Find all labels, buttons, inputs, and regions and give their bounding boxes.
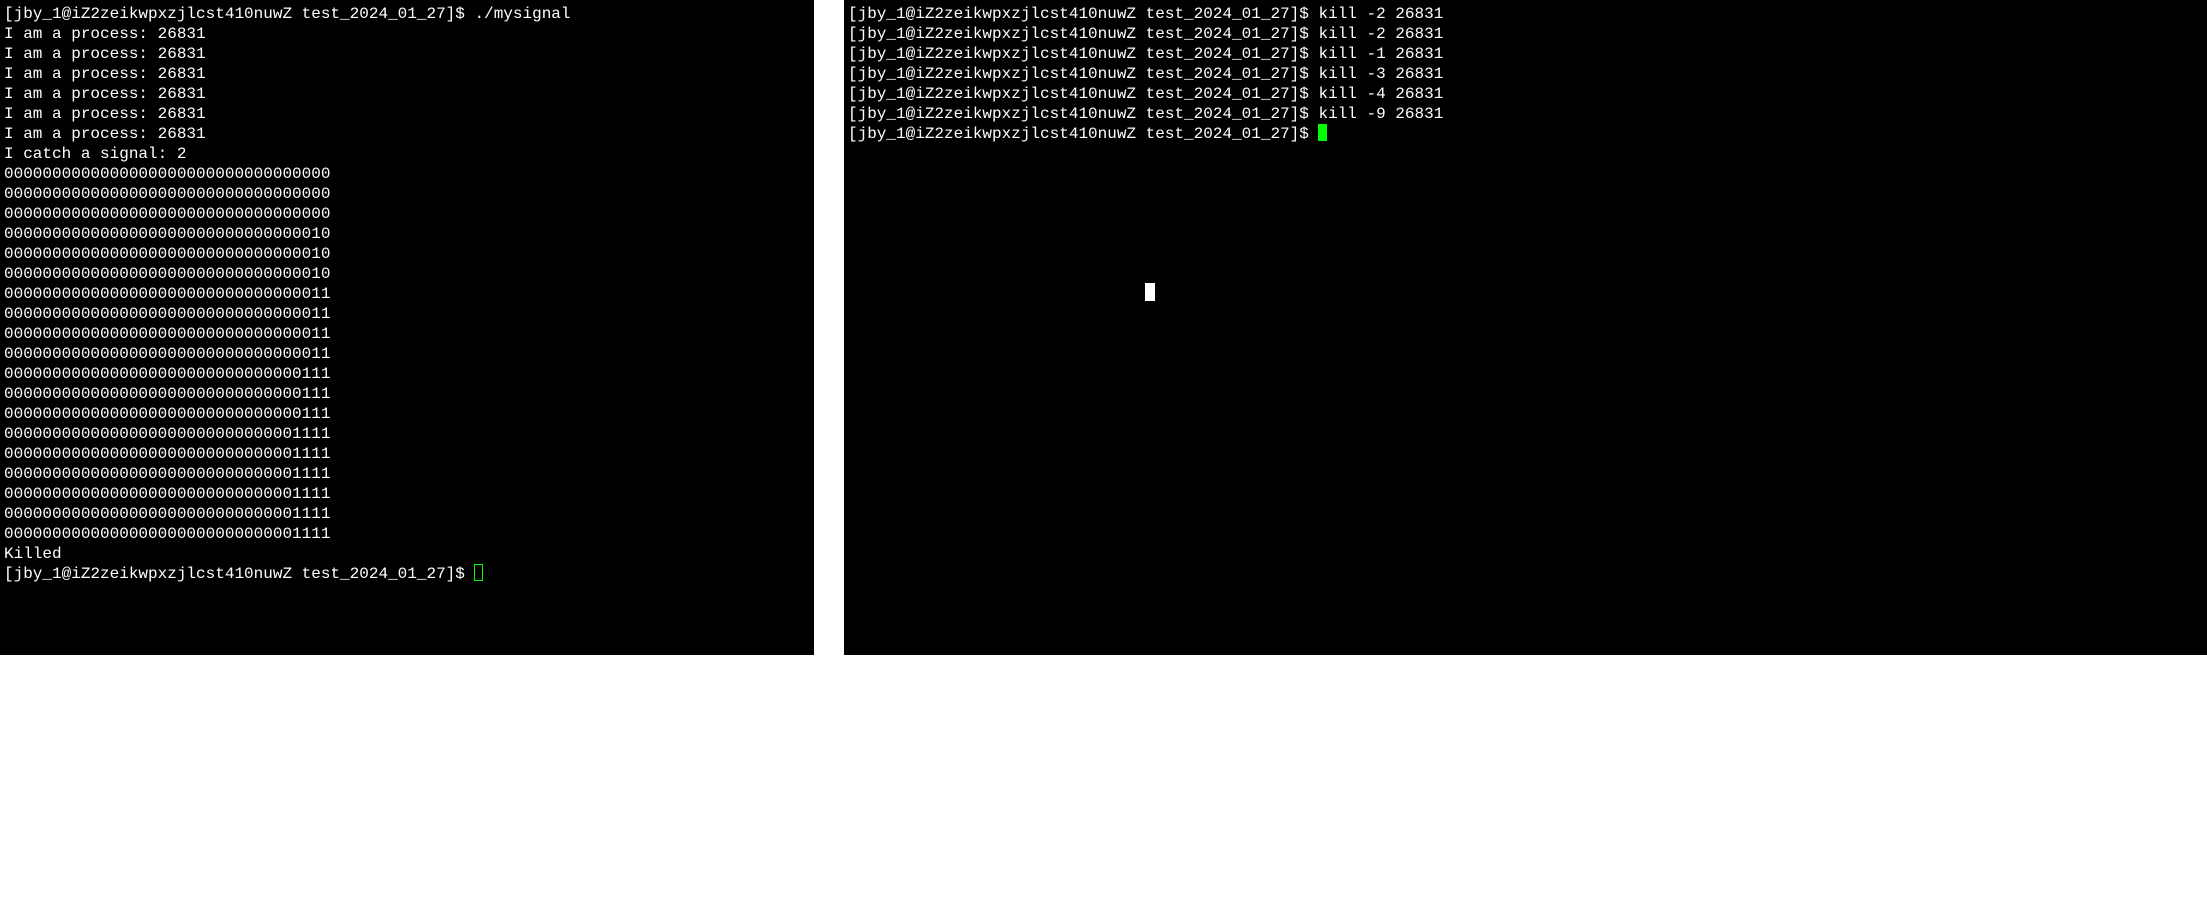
terminal-output-line: 0000000000000000000000000000000011 [0,344,814,364]
terminal-output-line: 0000000000000000000000000000000010 [0,264,814,284]
terminal-output-line: I am a process: 26831 [0,44,814,64]
terminal-output-line: 0000000000000000000000000000000011 [0,284,814,304]
terminal-line: [jby_1@iZ2zeikwpxzjlcst410nuwZ test_2024… [0,4,814,24]
terminal-output-line: Killed [0,544,814,564]
command-text: kill -2 26831 [1318,25,1443,43]
split-terminal-wrapper: [jby_1@iZ2zeikwpxzjlcst410nuwZ test_2024… [0,0,2207,922]
terminal-output-line: 0000000000000000000000000000000010 [0,224,814,244]
shell-prompt: [jby_1@iZ2zeikwpxzjlcst410nuwZ test_2024… [848,105,1318,123]
terminal-output-line: 0000000000000000000000000000001111 [0,484,814,504]
terminal-output-line: 0000000000000000000000000000000000 [0,184,814,204]
right-terminal-pane[interactable]: [jby_1@iZ2zeikwpxzjlcst410nuwZ test_2024… [844,0,2207,655]
terminal-line: [jby_1@iZ2zeikwpxzjlcst410nuwZ test_2024… [0,564,814,584]
terminal-output-line: 0000000000000000000000000000000011 [0,324,814,344]
shell-prompt: [jby_1@iZ2zeikwpxzjlcst410nuwZ test_2024… [848,85,1318,103]
terminal-line: [jby_1@iZ2zeikwpxzjlcst410nuwZ test_2024… [844,4,2207,24]
terminal-output-line: 0000000000000000000000000000001111 [0,444,814,464]
terminal-output-line: I am a process: 26831 [0,64,814,84]
terminal-line: [jby_1@iZ2zeikwpxzjlcst410nuwZ test_2024… [844,64,2207,84]
terminal-output-line: 0000000000000000000000000000000111 [0,384,814,404]
terminal-output-line: I am a process: 26831 [0,24,814,44]
command-text: kill -1 26831 [1318,45,1443,63]
terminal-output-line: 0000000000000000000000000000000011 [0,304,814,324]
terminal-line: [jby_1@iZ2zeikwpxzjlcst410nuwZ test_2024… [844,44,2207,64]
terminal-output-line: I am a process: 26831 [0,84,814,104]
terminal-output-line: 0000000000000000000000000000001111 [0,504,814,524]
shell-prompt: [jby_1@iZ2zeikwpxzjlcst410nuwZ test_2024… [848,125,1318,143]
shell-prompt: [jby_1@iZ2zeikwpxzjlcst410nuwZ test_2024… [4,565,474,583]
terminal-output-line: 0000000000000000000000000000000111 [0,364,814,384]
shell-prompt: [jby_1@iZ2zeikwpxzjlcst410nuwZ test_2024… [848,45,1318,63]
terminal-output-line: 0000000000000000000000000000001111 [0,464,814,484]
terminal-output-line: 0000000000000000000000000000000000 [0,204,814,224]
shell-prompt: [jby_1@iZ2zeikwpxzjlcst410nuwZ test_2024… [848,65,1318,83]
text-cursor-icon [1145,283,1155,301]
terminal-output-line: 0000000000000000000000000000001111 [0,524,814,544]
terminal-line: [jby_1@iZ2zeikwpxzjlcst410nuwZ test_2024… [844,24,2207,44]
terminal-output-line: I am a process: 26831 [0,104,814,124]
terminal-line: [jby_1@iZ2zeikwpxzjlcst410nuwZ test_2024… [844,104,2207,124]
shell-prompt: [jby_1@iZ2zeikwpxzjlcst410nuwZ test_2024… [848,25,1318,43]
left-terminal-pane[interactable]: [jby_1@iZ2zeikwpxzjlcst410nuwZ test_2024… [0,0,814,655]
terminal-output-line: I am a process: 26831 [0,124,814,144]
terminal-line: [jby_1@iZ2zeikwpxzjlcst410nuwZ test_2024… [844,124,2207,144]
terminal-output-line: I catch a signal: 2 [0,144,814,164]
cursor-icon [474,564,483,581]
terminal-output-line: 0000000000000000000000000000000010 [0,244,814,264]
command-text: kill -2 26831 [1318,5,1443,23]
terminal-output-line: 0000000000000000000000000000001111 [0,424,814,444]
command-text: kill -9 26831 [1318,105,1443,123]
shell-prompt: [jby_1@iZ2zeikwpxzjlcst410nuwZ test_2024… [4,5,474,23]
cursor-icon [1318,124,1327,141]
command-text: kill -4 26831 [1318,85,1443,103]
terminal-line: [jby_1@iZ2zeikwpxzjlcst410nuwZ test_2024… [844,84,2207,104]
command-text: kill -3 26831 [1318,65,1443,83]
terminal-output-line: 0000000000000000000000000000000111 [0,404,814,424]
pane-separator [814,0,844,922]
command-text: ./mysignal [474,5,570,23]
shell-prompt: [jby_1@iZ2zeikwpxzjlcst410nuwZ test_2024… [848,5,1318,23]
terminal-output-line: 0000000000000000000000000000000000 [0,164,814,184]
